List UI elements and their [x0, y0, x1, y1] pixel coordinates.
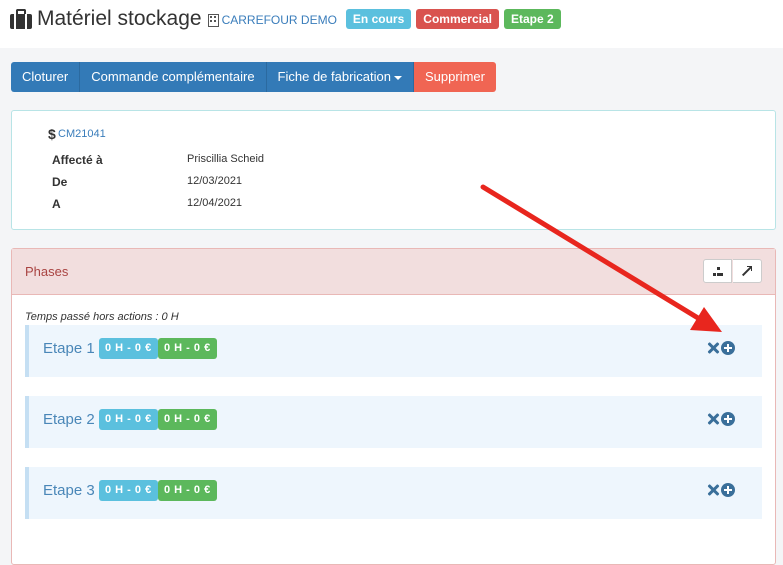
close-button[interactable]: Cloturer: [11, 62, 81, 92]
phase-time-badge: 0 H - 0 €: [99, 338, 158, 359]
add-action-icon[interactable]: [721, 483, 735, 497]
delete-phase-icon[interactable]: [707, 342, 719, 354]
fabrication-label: Fiche de fabrication: [277, 69, 391, 84]
assigned-value: Priscillia Scheid: [187, 153, 265, 165]
title-row: Matériel stockage CARREFOUR DEMO En cour…: [10, 6, 566, 32]
add-action-icon[interactable]: [721, 412, 735, 426]
delete-phase-icon[interactable]: [707, 484, 719, 496]
page-header: Matériel stockage CARREFOUR DEMO En cour…: [0, 0, 783, 48]
page-title: Matériel stockage: [37, 7, 202, 30]
reference-link[interactable]: CM21041: [58, 128, 106, 140]
add-action-icon[interactable]: [721, 341, 735, 355]
phases-panel: Phases Temps passé hors actions : 0 H Et…: [11, 248, 776, 565]
from-label: De: [52, 175, 68, 189]
time-outside-actions: Temps passé hors actions : 0 H: [25, 311, 179, 323]
assigned-label: Affecté à: [52, 153, 103, 167]
briefcase-icon: [10, 9, 32, 29]
phase-row: Etape 1 0 H - 0 € 0 H - 0 €: [25, 325, 762, 377]
phase-row: Etape 2 0 H - 0 € 0 H - 0 €: [25, 396, 762, 448]
to-label: A: [52, 197, 61, 211]
extra-order-button[interactable]: Commande complémentaire: [80, 62, 267, 92]
dollar-icon: $: [48, 126, 56, 142]
phase-row: Etape 3 0 H - 0 € 0 H - 0 €: [25, 467, 762, 519]
action-toolbar: Cloturer Commande complémentaire Fiche d…: [11, 62, 496, 92]
phase-time-badge: 0 H - 0 €: [99, 480, 158, 501]
status-badge: En cours: [345, 9, 412, 29]
building-icon: [207, 13, 219, 27]
phases-header: Phases: [12, 249, 775, 295]
phase-name[interactable]: Etape 1: [43, 340, 95, 357]
expand-button[interactable]: [733, 259, 762, 283]
fabrication-dropdown-button[interactable]: Fiche de fabrication: [266, 62, 414, 92]
phase-name[interactable]: Etape 3: [43, 482, 95, 499]
phase-cost-badge: 0 H - 0 €: [158, 409, 217, 430]
client-link[interactable]: CARREFOUR DEMO: [222, 13, 337, 27]
phase-time-badge: 0 H - 0 €: [99, 409, 158, 430]
expand-icon: [742, 266, 752, 276]
from-value: 12/03/2021: [187, 175, 243, 187]
to-value: 12/04/2021: [187, 197, 243, 209]
delete-button[interactable]: Supprimer: [414, 62, 496, 92]
type-badge: Commercial: [416, 9, 499, 29]
hierarchy-view-button[interactable]: [703, 259, 732, 283]
phases-title: Phases: [25, 264, 69, 279]
delete-phase-icon[interactable]: [707, 413, 719, 425]
phase-name[interactable]: Etape 2: [43, 411, 95, 428]
phase-cost-badge: 0 H - 0 €: [158, 480, 217, 501]
step-badge: Etape 2: [503, 9, 561, 29]
caret-down-icon: [394, 75, 402, 80]
sitemap-icon: [713, 267, 723, 276]
phase-cost-badge: 0 H - 0 €: [158, 338, 217, 359]
info-card: $ CM21041 Affecté à Priscillia Scheid De…: [11, 110, 776, 230]
